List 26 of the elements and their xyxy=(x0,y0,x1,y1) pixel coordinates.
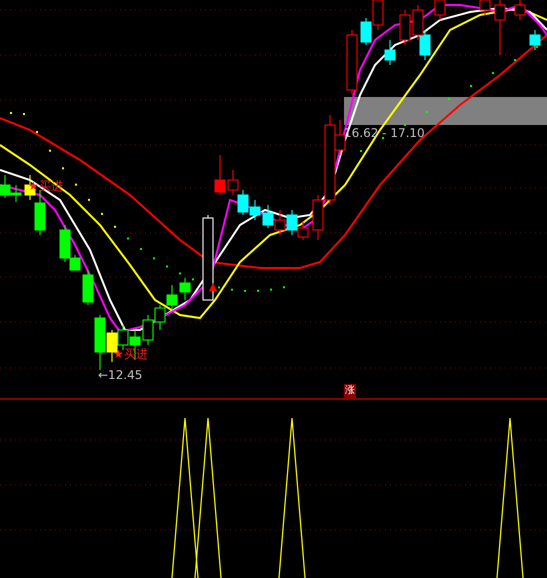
candlestick xyxy=(262,204,274,228)
candlestick xyxy=(154,304,166,330)
rise-badge: 涨 xyxy=(344,384,356,398)
candlestick xyxy=(118,324,128,350)
candlestick xyxy=(384,40,396,66)
candlestick xyxy=(286,210,298,236)
candlestick xyxy=(180,278,190,300)
candlestick xyxy=(166,284,178,310)
candlestick xyxy=(228,170,238,196)
candlestick xyxy=(360,18,372,46)
candlestick xyxy=(274,210,286,236)
candlestick xyxy=(346,30,358,96)
candlestick xyxy=(530,30,540,50)
candlestick xyxy=(214,154,226,196)
candlestick xyxy=(238,190,248,216)
candlestick xyxy=(400,10,410,46)
candlestick xyxy=(298,222,308,240)
candlestick xyxy=(0,174,10,198)
candlestick xyxy=(10,184,22,202)
candlestick xyxy=(142,314,154,346)
candlestick xyxy=(250,200,260,220)
triangle-marker-icon xyxy=(209,283,217,291)
low-price-label: ←12.45 xyxy=(98,368,142,382)
candlestick xyxy=(420,30,430,60)
candlestick xyxy=(412,4,424,40)
candlestick xyxy=(82,270,94,306)
